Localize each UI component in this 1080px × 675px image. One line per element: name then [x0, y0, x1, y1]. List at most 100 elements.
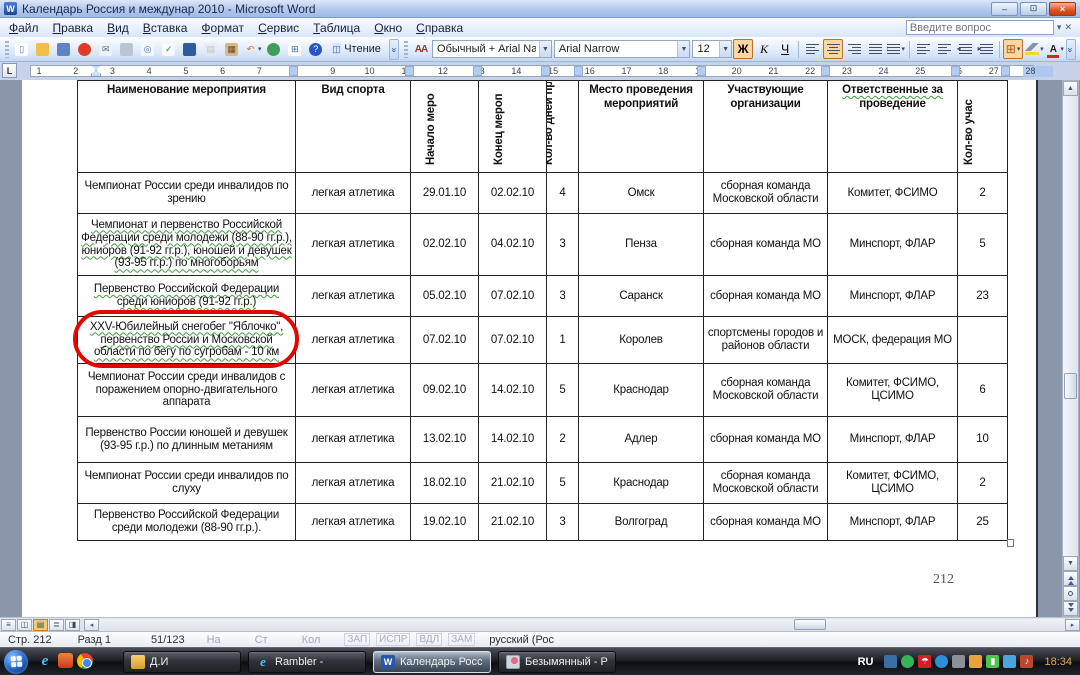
scheduler-icon[interactable]	[969, 655, 982, 668]
cell[interactable]: 1	[547, 317, 579, 364]
normal-view-button[interactable]: ≡	[1, 619, 16, 631]
battery-icon[interactable]: ▮	[986, 655, 999, 668]
cell[interactable]: легкая атлетика	[296, 317, 411, 364]
cell[interactable]: 5	[547, 463, 579, 504]
status-кол[interactable]: Кол	[302, 634, 321, 646]
cell[interactable]: сборная команда МО	[704, 214, 828, 276]
cell[interactable]: 14.02.10	[479, 364, 547, 417]
taskbar-button-paint[interactable]: Безымянный - Paint	[498, 651, 616, 673]
column-boundary-marker[interactable]	[697, 66, 706, 76]
spelling-button[interactable]: ✓	[159, 39, 179, 59]
cell[interactable]: 2	[547, 417, 579, 463]
column-boundary-marker[interactable]	[951, 66, 960, 76]
cell[interactable]: 19.02.10	[411, 504, 479, 541]
cell[interactable]: Комитет, ФСИМО	[828, 173, 958, 214]
cell[interactable]: Королев	[579, 317, 704, 364]
taskbar-button-rambler[interactable]: Rambler -	[248, 651, 366, 673]
column-boundary-marker[interactable]	[289, 66, 298, 76]
status-mode-зам[interactable]: ЗАМ	[448, 633, 475, 646]
align-left-button[interactable]	[802, 39, 822, 59]
menu-item-1[interactable]: Файл	[2, 20, 46, 36]
cell[interactable]	[958, 317, 1008, 364]
cell[interactable]: 3	[547, 276, 579, 317]
scroll-left-button[interactable]: ◂	[84, 619, 99, 631]
cell[interactable]: сборная команда Московской области	[704, 173, 828, 214]
cell[interactable]: Минспорт, ФЛАР	[828, 417, 958, 463]
cell[interactable]: сборная команда Московской области	[704, 364, 828, 417]
formatting-toolbar-options-chevron[interactable]: »	[1066, 39, 1076, 60]
cell[interactable]: 3	[547, 504, 579, 541]
cell[interactable]: Комитет, ФСИМО, ЦСИМО	[828, 463, 958, 504]
cell[interactable]: Минспорт, ФЛАР	[828, 504, 958, 541]
ask-question-input[interactable]	[906, 20, 1054, 35]
cell[interactable]: Чемпионат России среди инвалидов по слух…	[78, 463, 296, 504]
cell[interactable]: Минспорт, ФЛАР	[828, 214, 958, 276]
numbered-list-button[interactable]	[913, 39, 933, 59]
cell[interactable]: Краснодар	[579, 364, 704, 417]
read-mode-button[interactable]: ◫ Чтение	[326, 39, 387, 59]
cell[interactable]: 6	[958, 364, 1008, 417]
menu-item-2[interactable]: Правка	[46, 20, 101, 36]
internet-explorer-icon[interactable]	[36, 653, 54, 671]
cell[interactable]: Первенство России юношей и девушек (93-9…	[78, 417, 296, 463]
cell[interactable]: 21.02.10	[479, 463, 547, 504]
email-button[interactable]: ✉	[96, 39, 116, 59]
cell[interactable]: легкая атлетика	[296, 364, 411, 417]
cell[interactable]: 07.02.10	[411, 317, 479, 364]
cell[interactable]: 14.02.10	[479, 417, 547, 463]
cell[interactable]: 29.01.10	[411, 173, 479, 214]
font-size-combobox[interactable]: 12 ▼	[692, 40, 732, 58]
remote-desktop-icon[interactable]	[884, 655, 897, 668]
select-browse-object-button[interactable]	[1063, 586, 1078, 601]
question-dropdown-icon[interactable]: ▾	[1057, 22, 1062, 33]
cell[interactable]: Пенза	[579, 214, 704, 276]
cell[interactable]: Омск	[579, 173, 704, 214]
window-tool-icon[interactable]	[952, 655, 965, 668]
cell[interactable]: МОСК, федерация МО	[828, 317, 958, 364]
menu-item-3[interactable]: Вид	[100, 20, 136, 36]
styles-and-formatting-button[interactable]: АА	[411, 39, 431, 59]
status-на[interactable]: На	[207, 634, 221, 646]
cell[interactable]: легкая атлетика	[296, 173, 411, 214]
web-layout-button[interactable]: ◫	[17, 619, 32, 631]
decrease-indent-button[interactable]	[955, 39, 975, 59]
document-page[interactable]: Наименование мероприятияВид спортаНачало…	[22, 80, 1038, 617]
cell[interactable]: 07.02.10	[479, 276, 547, 317]
cell[interactable]: 09.02.10	[411, 364, 479, 417]
font-dropdown-icon[interactable]: ▼	[677, 41, 689, 57]
vertical-scroll-thumb[interactable]	[1064, 373, 1077, 399]
font-color-button[interactable]: А▾	[1046, 39, 1066, 59]
scroll-down-button[interactable]: ▼	[1063, 556, 1078, 571]
cell[interactable]: легкая атлетика	[296, 214, 411, 276]
cell[interactable]: 25	[958, 504, 1008, 541]
toolbar-options-chevron[interactable]: »	[389, 39, 399, 60]
column-boundary-marker[interactable]	[574, 66, 583, 76]
formatting-toolbar-grip[interactable]	[404, 41, 408, 58]
line-spacing-button[interactable]: ▾	[886, 39, 906, 59]
style-dropdown-icon[interactable]: ▼	[539, 41, 551, 57]
status-mode-испр[interactable]: ИСПР	[376, 633, 410, 646]
column-boundary-marker[interactable]	[1001, 66, 1010, 76]
close-button[interactable]: ×	[1049, 2, 1076, 16]
new-document-button[interactable]: ▯	[12, 39, 32, 59]
status-mode-вдл[interactable]: ВДЛ	[416, 633, 442, 646]
taskbar-button-word[interactable]: Календарь Россия ...	[373, 651, 491, 673]
font-combobox[interactable]: Arial Narrow ▼	[554, 40, 691, 58]
increase-indent-button[interactable]	[976, 39, 996, 59]
cell[interactable]: 18.02.10	[411, 463, 479, 504]
standard-toolbar-grip[interactable]	[5, 41, 9, 58]
start-button[interactable]	[4, 650, 28, 674]
print-layout-button[interactable]: ▤	[33, 619, 48, 631]
agent-status-icon[interactable]	[901, 655, 914, 668]
taskbar-button-folder[interactable]: Д.И	[123, 651, 241, 673]
reading-view-button[interactable]: ◨	[65, 619, 80, 631]
outline-view-button[interactable]: ≣	[49, 619, 64, 631]
next-page-button[interactable]	[1063, 601, 1078, 616]
justify-button[interactable]	[865, 39, 885, 59]
network-icon[interactable]	[1003, 655, 1016, 668]
column-boundary-marker[interactable]	[473, 66, 482, 76]
align-center-button[interactable]	[823, 39, 843, 59]
menu-item-8[interactable]: Окно	[367, 20, 409, 36]
cell[interactable]: 3	[547, 214, 579, 276]
cell[interactable]: 4	[547, 173, 579, 214]
